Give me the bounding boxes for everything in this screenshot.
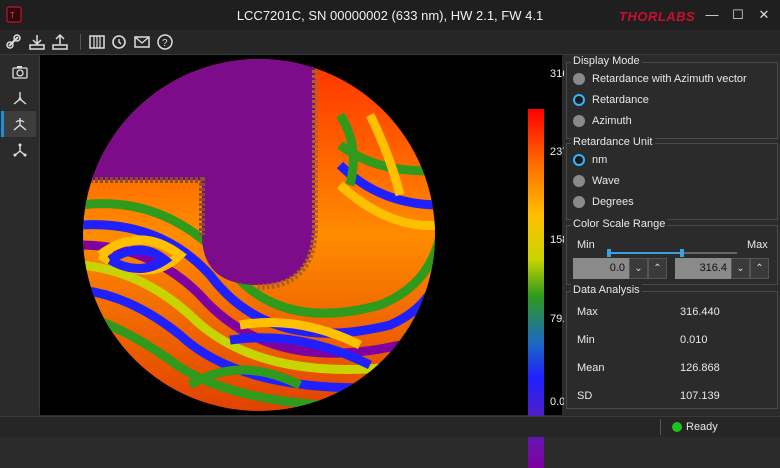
- mail-icon[interactable]: [133, 33, 151, 51]
- chevron-down-icon[interactable]: ⌄: [629, 258, 648, 279]
- close-icon[interactable]: ✕: [754, 6, 774, 24]
- slider-fill: [607, 252, 681, 254]
- radio-indicator: [573, 154, 585, 166]
- group-title: Data Analysis: [571, 284, 642, 296]
- status-separator: [660, 419, 661, 435]
- color-scale-group: Color Scale Range Min Max 0.0 ⌄ ⌃ 316.4 …: [566, 218, 778, 285]
- group-title: Retardance Unit: [571, 136, 655, 148]
- max-label: Max: [747, 239, 768, 251]
- connect-icon[interactable]: [5, 33, 23, 51]
- radio-indicator: [573, 175, 585, 187]
- title-bar: T LCC7201C, SN 00000002 (633 nm), HW 2.1…: [0, 0, 780, 30]
- radio-indicator: [573, 94, 585, 106]
- slider-min-thumb[interactable]: [607, 249, 611, 257]
- data-row-max: Max 316.440: [577, 306, 720, 318]
- min-label: Min: [577, 239, 595, 251]
- chevron-up-icon[interactable]: ⌃: [648, 258, 667, 279]
- min-value-input[interactable]: 0.0: [573, 258, 629, 279]
- upload-icon[interactable]: [51, 33, 69, 51]
- axes-rotated-icon[interactable]: [1, 111, 36, 137]
- thorlabs-logo: THORLABS: [619, 9, 696, 24]
- data-analysis-group: Data Analysis Max 316.440 Min 0.010 Mean…: [566, 284, 778, 409]
- data-row-sd: SD 107.139: [577, 390, 720, 402]
- toolbar-separator: [80, 34, 81, 50]
- color-scale-slider[interactable]: [607, 249, 737, 257]
- retardance-image-area[interactable]: 316.44 237.333 158.225 79.117 0.01: [40, 55, 590, 468]
- display-mode-group: Display Mode Retardance with Azimuth vec…: [566, 55, 778, 139]
- data-row-min: Min 0.010: [577, 334, 708, 346]
- control-panel: Display Mode Retardance with Azimuth vec…: [564, 55, 778, 415]
- status-indicator-icon: [672, 422, 682, 432]
- save-download-icon[interactable]: [28, 33, 46, 51]
- minimize-icon[interactable]: —: [702, 6, 722, 24]
- svg-text:?: ?: [162, 38, 168, 49]
- retardance-unit-group: Retardance Unit nm Wave Degrees: [566, 136, 778, 220]
- data-row-mean: Mean 126.868: [577, 362, 720, 374]
- refresh-icon[interactable]: [110, 33, 128, 51]
- status-text: Ready: [686, 421, 718, 433]
- slider-max-thumb[interactable]: [680, 249, 685, 257]
- maximize-icon[interactable]: ☐: [728, 6, 748, 24]
- colorbar: [528, 109, 544, 468]
- group-title: Color Scale Range: [571, 218, 668, 230]
- max-value-input[interactable]: 316.4: [675, 258, 731, 279]
- radio-indicator: [573, 115, 585, 127]
- radio-indicator: [573, 196, 585, 208]
- chevron-down-icon[interactable]: ⌄: [731, 258, 750, 279]
- left-sidebar: [0, 55, 40, 415]
- network-axes-icon[interactable]: [4, 137, 36, 163]
- grid-icon[interactable]: [88, 33, 106, 51]
- retardance-map: [83, 59, 435, 411]
- chevron-up-icon[interactable]: ⌃: [750, 258, 769, 279]
- radio-indicator: [573, 73, 585, 85]
- toolbar: ?: [0, 30, 780, 55]
- axes-icon[interactable]: [4, 85, 36, 111]
- group-title: Display Mode: [571, 55, 642, 67]
- help-icon[interactable]: ?: [156, 33, 174, 51]
- status-bar: Ready: [0, 416, 780, 437]
- camera-icon[interactable]: [4, 59, 36, 85]
